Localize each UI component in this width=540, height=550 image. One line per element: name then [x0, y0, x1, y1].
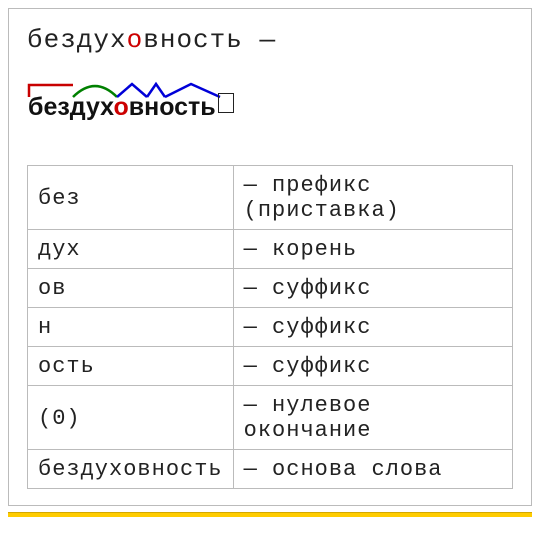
morpheme-def: — суффикс	[233, 308, 512, 347]
diagram-after: вность	[129, 93, 216, 121]
morpheme-part: бездуховность	[28, 450, 234, 489]
headline-before: бездух	[27, 25, 127, 55]
morpheme-diagram: бездуховность	[25, 79, 513, 125]
table-row: (0) — нулевое окончание	[28, 386, 513, 450]
gold-bar-divider	[8, 512, 532, 517]
morpheme-part: ов	[28, 269, 234, 308]
table-row: дух — корень	[28, 230, 513, 269]
morpheme-def: — суффикс	[233, 347, 512, 386]
diagram-before: бездух	[28, 93, 113, 121]
morpheme-def: — суффикс	[233, 269, 512, 308]
diagram-stress: о	[113, 93, 128, 121]
morpheme-def: — корень	[233, 230, 512, 269]
table-row: без — префикс (приставка)	[28, 166, 513, 230]
morpheme-part: ость	[28, 347, 234, 386]
morpheme-table: без — префикс (приставка) дух — корень о…	[27, 165, 513, 489]
table-row: ость — суффикс	[28, 347, 513, 386]
diagram-word: бездуховность	[28, 93, 234, 122]
table-row: ов — суффикс	[28, 269, 513, 308]
morpheme-def: — нулевое окончание	[233, 386, 512, 450]
morpheme-def: — префикс (приставка)	[233, 166, 512, 230]
morpheme-def: — основа слова	[233, 450, 512, 489]
morpheme-part: дух	[28, 230, 234, 269]
null-ending-box-icon	[218, 93, 234, 113]
table-row: бездуховность — основа слова	[28, 450, 513, 489]
morpheme-part: без	[28, 166, 234, 230]
morpheme-table-body: без — префикс (приставка) дух — корень о…	[28, 166, 513, 489]
morpheme-part: (0)	[28, 386, 234, 450]
morpheme-part: н	[28, 308, 234, 347]
headline-word: бездуховность —	[27, 25, 513, 55]
headline-after: вность —	[143, 25, 276, 55]
headline-stress: о	[127, 25, 144, 55]
morphology-panel: бездуховность — бездуховность без — преф…	[8, 8, 532, 506]
table-row: н — суффикс	[28, 308, 513, 347]
